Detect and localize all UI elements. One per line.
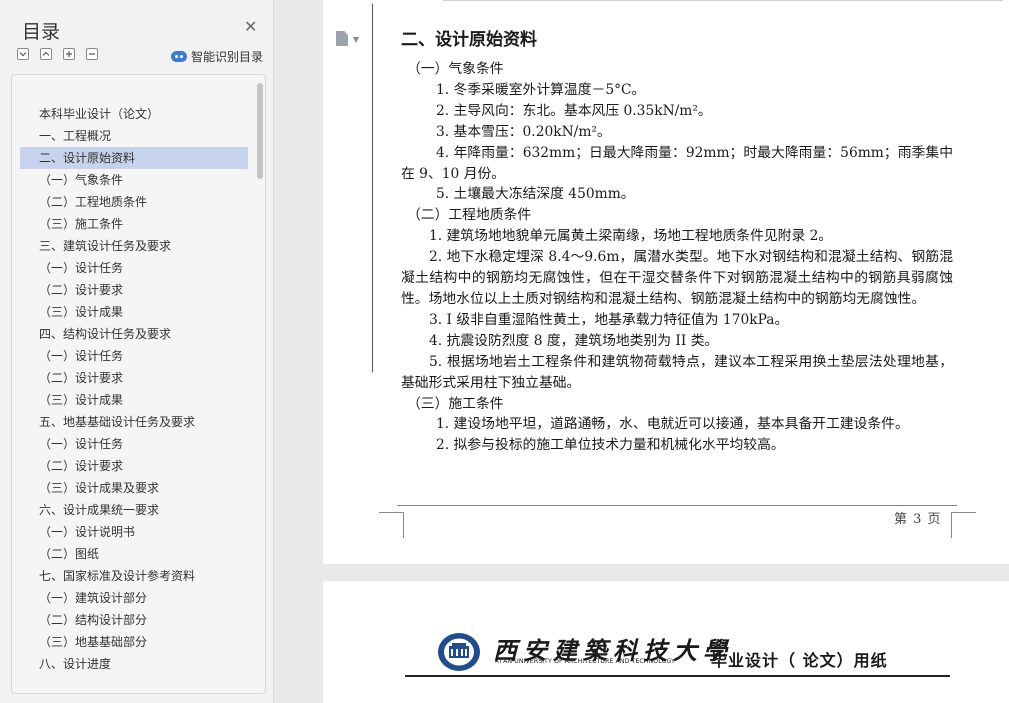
page-content: 二、设计原始资料 （一）气象条件 1. 冬季采暖室外计算温度－5°C。 2. 主… [401,25,953,456]
toc-item[interactable]: （三）设计成果及要求 [12,477,252,499]
paragraph: （三）施工条件 [407,395,504,412]
add-icon[interactable] [63,48,75,60]
toc-item[interactable]: 八、设计进度 [12,653,252,675]
crop-mark [951,512,952,538]
toc-item[interactable]: 四、结构设计任务及要求 [12,323,252,345]
smart-toc-label: 智能识别目录 [191,50,264,64]
toc-item[interactable]: 三、建筑设计任务及要求 [12,235,252,257]
paragraph: （二）工程地质条件 [407,207,532,224]
paragraph: 5. 根据场地岩土工程条件和建筑物荷载特点，建议本工程采用换土垫层法处理地基，基… [401,353,953,391]
toc-item[interactable]: 五、地基基础设计任务及要求 [12,411,252,433]
toc-item[interactable]: （三）地基基础部分 [12,631,252,653]
toc-item[interactable]: （二）图纸 [12,543,252,565]
page-nav-icon[interactable] [336,31,348,46]
paragraph: 5. 土壤最大冻结深度 450mm。 [436,186,635,203]
paragraph: 1. 冬季采暖室外计算温度－5°C。 [436,81,646,98]
remove-icon[interactable] [86,48,98,60]
crop-mark [403,512,404,538]
toc-item-selected[interactable]: 二、设计原始资料 [20,147,248,169]
toc-item[interactable]: （二）工程地质条件 [12,191,252,213]
paragraph: 2. 主导风向：东北。基本风压 0.35kN/m²。 [436,102,712,119]
crop-mark [379,512,403,513]
toc-item[interactable]: （一）建筑设计部分 [12,587,252,609]
toc-item[interactable]: （三）施工条件 [12,213,252,235]
paragraph: 4. 抗震设防烈度 8 度，建筑场地类别为 II 类。 [429,332,719,349]
toc-toolbar [17,48,98,60]
document-view: 二、设计原始资料 （一）气象条件 1. 冬季采暖室外计算温度－5°C。 2. 主… [275,0,1009,703]
app-window: 目录 ✕ 智能识别目录 本科毕业设计（论文） 一、工程概况 二、设计原始资料 （… [0,0,1009,703]
paragraph: 1. 建设场地平坦，道路通畅，水、电就近可以接通，基本具备开工建设条件。 [436,416,909,433]
margin-line [372,4,373,372]
paragraph: 3. I 级非自重湿陷性黄土，地基承载力特征值为 170kPa。 [429,311,789,328]
toc-panel: 目录 ✕ 智能识别目录 本科毕业设计（论文） 一、工程概况 二、设计原始资料 （… [0,0,274,703]
toc-scrollbar[interactable] [257,83,263,179]
toc-item[interactable]: （二）设计要求 [12,455,252,477]
toc-item[interactable]: 一、工程概况 [12,125,252,147]
collapse-all-icon[interactable] [17,48,29,60]
page-number: 第 3 页 [894,512,942,527]
document-page: 西安建築科技大學 XI'AN UNIVERSITY OF ARCHITECTUR… [323,581,1009,703]
toc-item[interactable]: （二）设计要求 [12,279,252,301]
smart-toc-button[interactable]: 智能识别目录 [171,48,263,65]
paragraph: 4. 年降雨量：632mm；日最大降雨量：92mm；时最大降雨量：56mm；雨季… [401,144,953,182]
expand-all-icon[interactable] [40,48,52,60]
toc-item[interactable]: （一）设计说明书 [12,521,252,543]
paragraph: 2. 地下水稳定埋深 8.4～9.6m，属潜水类型。地下水对钢结构和混凝土结构、… [401,249,953,307]
toc-item[interactable]: （二）结构设计部分 [12,609,252,631]
toc-item[interactable]: （二）设计要求 [12,367,252,389]
page-top-border [443,0,1003,1]
toc-item[interactable]: （三）设计成果 [12,301,252,323]
document-page: 二、设计原始资料 （一）气象条件 1. 冬季采暖室外计算温度－5°C。 2. 主… [323,0,1009,564]
toc-item[interactable]: 本科毕业设计（论文） [12,103,252,125]
paper-label: 毕业设计（ 论文）用纸 [711,651,888,670]
toc-item[interactable]: 六、设计成果统一要求 [12,499,252,521]
toc-item[interactable]: （一）设计任务 [12,345,252,367]
footer-rule [397,505,957,506]
toc-title: 目录 [22,21,61,43]
smart-toc-icon [171,51,187,62]
paragraph: （一）气象条件 [407,61,504,77]
toc-item[interactable]: （一）设计任务 [12,433,252,455]
crop-mark [952,512,976,513]
university-logo [438,633,480,671]
toc-item[interactable]: 七、国家标准及设计参考资料 [12,565,252,587]
header-rule [405,675,950,677]
section-heading: 二、设计原始资料 [401,30,537,50]
toc-list-box: 本科毕业设计（论文） 一、工程概况 二、设计原始资料 （一）气象条件 （二）工程… [11,74,266,694]
paragraph: 3. 基本雪压：0.20kN/m²。 [436,123,611,140]
toc-item[interactable]: （三）设计成果 [12,389,252,411]
toc-list: 本科毕业设计（论文） 一、工程概况 二、设计原始资料 （一）气象条件 （二）工程… [12,103,252,675]
paragraph: 1. 建筑场地地貌单元属黄土梁南缘，场地工程地质条件见附录 2。 [429,228,833,245]
toc-item[interactable]: （一）设计任务 [12,257,252,279]
chevron-down-icon[interactable]: ▼ [353,35,359,44]
paragraph: 2. 拟参与投标的施工单位技术力量和机械化水平均较高。 [436,437,785,454]
university-name-en: XI'AN UNIVERSITY OF ARCHITECTURE AND TEC… [495,658,676,665]
toc-item[interactable]: （一）气象条件 [12,169,252,191]
close-icon[interactable]: ✕ [244,18,257,36]
